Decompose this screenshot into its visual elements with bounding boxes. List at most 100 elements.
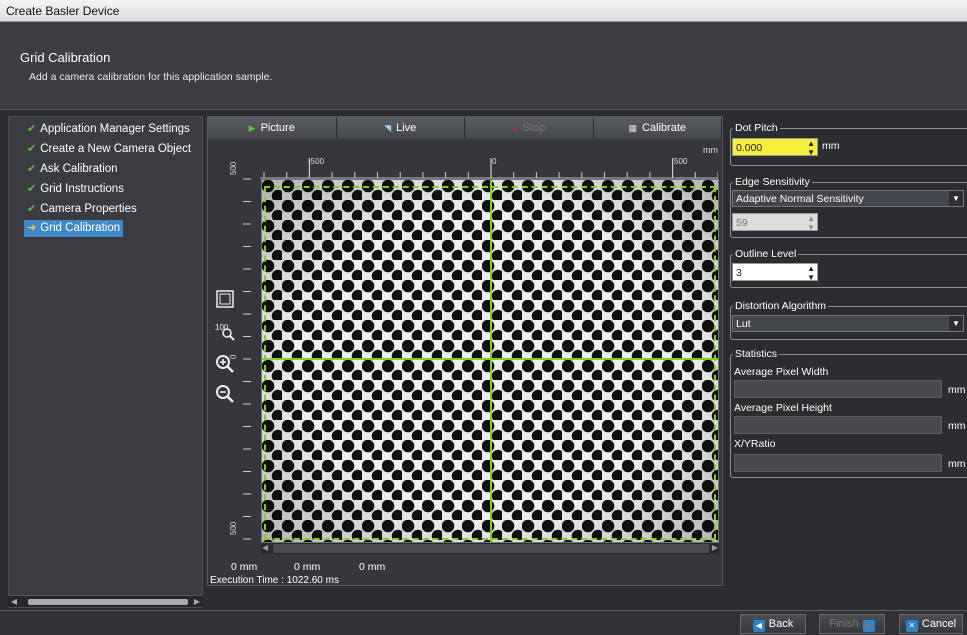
live-button[interactable]: ◥ Live [336,117,465,139]
outline-level-input[interactable]: 3 ▲ ▼ [732,263,818,282]
coord-x: 0 mm [231,561,258,573]
zoom-100-icon[interactable]: 100 [214,320,236,342]
edge-sensitivity-select[interactable]: Adaptive Normal Sensitivity ▼ [732,190,964,207]
back-label: Back [768,618,794,630]
dot-pitch-value: 0.000 [736,142,763,154]
edge-sensitivity-value: 59 [736,217,748,229]
xy-ratio-field [734,454,942,472]
stop-label: Stop [522,122,546,134]
ruler-label: 500 [674,157,688,166]
scroll-left-icon[interactable]: ◀ [9,597,19,607]
picture-label: Picture [260,122,295,134]
cancel-label: Cancel [921,618,957,630]
execution-time: Execution Time : 1022.60 ms [210,575,339,586]
finish-button[interactable]: Finish ▶ [819,614,885,634]
step-label: Grid Calibration [40,222,121,234]
avg-pixel-width-unit: mm [948,384,966,396]
ruler-label: -500 [308,157,325,166]
spinner-arrows-icon[interactable]: ▲ ▼ [807,264,815,282]
step-label: Ask Calibration [40,163,118,175]
edge-sensitivity-input[interactable]: 59 ▲ ▼ [732,213,818,232]
xy-ratio-label: X/YRatio [734,438,776,450]
window-titlebar: Create Basler Device [0,0,967,22]
statistics-legend: Statistics [735,348,778,360]
check-icon: ✔ [27,203,37,215]
arrow-right-icon: ▶ [862,620,875,632]
crosshair-vertical [490,180,492,542]
arrow-right-icon: ➔ [27,222,37,234]
distortion-selected: Lut [736,318,751,330]
scroll-right-icon[interactable]: ▶ [192,597,202,607]
check-icon: ✔ [27,163,37,175]
spinner-arrows-icon[interactable]: ▲ ▼ [807,139,815,157]
scroll-right-icon[interactable]: ▶ [712,543,718,552]
cancel-button[interactable]: ✕ Cancel [899,614,963,634]
step-camera-properties[interactable]: ✔ Camera Properties [24,201,140,218]
arrow-left-icon: ◀ [752,620,765,632]
chevron-down-icon[interactable]: ▼ [949,316,963,331]
step-label: Camera Properties [40,203,137,215]
check-icon: ✔ [27,183,37,195]
calibrate-icon: ▦ [628,123,637,133]
stop-button[interactable]: ● Stop [465,117,594,139]
step-label: Application Manager Settings [40,123,190,135]
page-subtitle: Add a camera calibration for this applic… [29,71,273,83]
sidebar-horizontal-scrollbar[interactable]: ◀ ▶ [8,595,203,607]
image-viewer-panel: ▶ Picture ◥ Live ● Stop ▦ Calibrate mm -500 … [207,116,723,586]
xy-ratio-unit: mm [948,458,966,470]
page-title: Grid Calibration [20,50,111,65]
camera-icon: ◥ [384,123,392,133]
avg-pixel-width-label: Average Pixel Width [734,366,829,378]
vertical-ruler: 500 0 500 [229,161,251,540]
wizard-header: Grid Calibration Add a camera calibratio… [0,22,967,110]
outline-level-value: 3 [736,267,742,279]
scroll-left-icon[interactable]: ◀ [262,543,268,552]
live-label: Live [396,122,417,134]
stop-icon: ● [512,123,518,133]
step-ask-calibration[interactable]: ✔ Ask Calibration [24,161,121,178]
outline-level-legend: Outline Level [735,248,797,260]
ruler-label: 500 [229,161,238,175]
step-create-camera-object[interactable]: ✔ Create a New Camera Object [24,141,194,158]
crosshair-horizontal [262,358,718,360]
step-grid-instructions[interactable]: ✔ Grid Instructions [24,181,127,198]
step-application-manager-settings[interactable]: ✔ Application Manager Settings [24,121,193,138]
ruler-label: 0 [492,157,497,166]
coord-z: 0 mm [359,561,386,573]
zoom-in-icon[interactable] [214,353,236,375]
avg-pixel-height-label: Average Pixel Height [734,402,832,414]
finish-label: Finish [829,618,859,630]
viewer-toolbar: ▶ Picture ◥ Live ● Stop ▦ Calibrate [208,117,722,139]
check-icon: ✔ [27,123,37,135]
horizontal-ruler: -500 0 500 [260,157,718,179]
fit-to-window-icon[interactable] [214,289,236,311]
calibrate-button[interactable]: ▦ Calibrate [593,117,722,139]
step-label: Grid Instructions [40,183,124,195]
calibrate-label: Calibrate [641,122,687,134]
scrollbar-thumb[interactable] [28,599,188,605]
avg-pixel-width-field [734,380,942,398]
edge-sensitivity-legend: Edge Sensitivity [735,176,810,188]
step-label: Create a New Camera Object [40,143,192,155]
distortion-algorithm-select[interactable]: Lut ▼ [732,315,964,332]
calibration-grid-image[interactable] [261,179,719,543]
svg-text:100: 100 [215,323,229,332]
spinner-arrows-icon[interactable]: ▲ ▼ [807,214,815,232]
step-grid-calibration[interactable]: ➔ Grid Calibration [24,220,124,237]
play-icon: ▶ [248,123,256,133]
dot-pitch-input[interactable]: 0.000 ▲ ▼ [732,138,818,157]
coord-y: 0 mm [294,561,321,573]
distortion-algorithm-legend: Distortion Algorithm [735,300,827,312]
picture-button[interactable]: ▶ Picture [208,117,337,139]
zoom-out-icon[interactable] [214,383,236,405]
dot-pitch-legend: Dot Pitch [735,122,778,134]
image-horizontal-scrollbar[interactable]: ◀ ▶ [261,543,719,554]
avg-pixel-height-unit: mm [948,420,966,432]
settings-panel: Dot Pitch 0.000 ▲ ▼ mm Edge Sensitivity A… [726,116,967,606]
back-button[interactable]: ◀ Back [740,614,806,634]
check-icon: ✔ [27,143,37,155]
close-icon: ✕ [905,620,918,632]
chevron-down-icon[interactable]: ▼ [949,191,963,206]
scrollbar-thumb[interactable] [273,544,709,553]
avg-pixel-height-field [734,416,942,434]
